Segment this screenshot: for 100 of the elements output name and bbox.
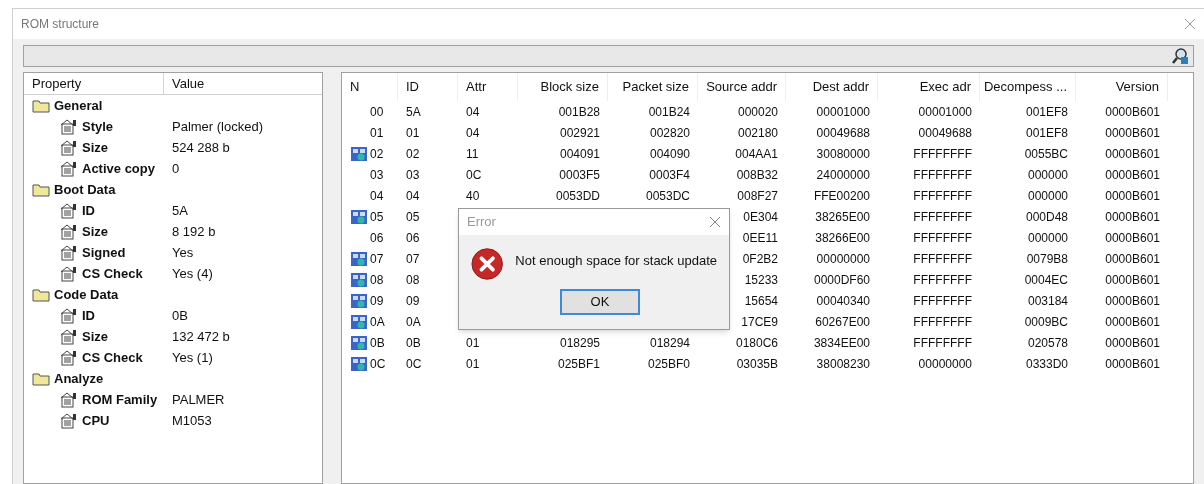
table-cell-text: FFE00200 (813, 187, 870, 205)
table-cell-text: 02 (370, 145, 384, 163)
group-label[interactable]: General (54, 95, 103, 116)
table-cell-text: 5A (406, 103, 421, 121)
table-cell-text: 0EE11 (742, 229, 778, 247)
table-cell-text: 0053DC (645, 187, 690, 205)
column-header[interactable]: Property (24, 73, 164, 94)
binary-module-icon (350, 334, 368, 351)
property-value: Yes (4) (171, 264, 213, 283)
table-cell-text: 0F2B2 (742, 250, 778, 268)
column-header[interactable]: Block size (518, 73, 608, 101)
column-header[interactable]: N (342, 73, 398, 101)
column-header[interactable]: Packet size (608, 73, 698, 101)
table-cell-text: 30080000 (816, 145, 870, 163)
close-icon[interactable] (709, 216, 721, 228)
error-message: Not enough space for stack update (515, 252, 717, 270)
window-title: ROM structure (21, 16, 99, 33)
close-icon[interactable] (1184, 18, 1196, 30)
table-cell-text: 0053DD (555, 187, 600, 205)
table-cell-text: 09 (370, 292, 384, 310)
table-cell-text: 24000000 (816, 166, 870, 184)
table-cell-text: 008B32 (736, 166, 778, 184)
table-cell-text: 001EF8 (1025, 124, 1068, 142)
table-cell-text: 018295 (559, 334, 600, 352)
binary-module-icon (350, 271, 368, 288)
table-cell-text: 05 (370, 208, 384, 226)
folder-icon (32, 182, 50, 197)
table-cell-text: 004091 (559, 145, 600, 163)
property-name[interactable]: CPU (82, 410, 110, 431)
column-header[interactable]: Decompess ... (980, 73, 1076, 101)
table-cell-text: FFFFFFFF (913, 166, 972, 184)
table-cell-text: 00049688 (816, 124, 870, 142)
binary-module-icon (350, 313, 368, 330)
table-cell-text: 0333D0 (1025, 355, 1068, 373)
table-cell-text: 000000 (1027, 166, 1068, 184)
table-cell-text: 09 (406, 292, 420, 310)
table-cell-text: 002180 (737, 124, 778, 142)
binary-module-icon (350, 145, 368, 162)
binary-module-icon (350, 250, 368, 267)
property-name[interactable]: Size (82, 326, 108, 347)
property-name[interactable]: Signed (82, 242, 126, 263)
group-label[interactable]: Boot Data (54, 179, 116, 200)
property-name[interactable]: ROM Family (82, 389, 158, 410)
column-header[interactable]: Attr (458, 73, 518, 101)
column-header[interactable]: Dest addr (786, 73, 878, 101)
table-cell-text: 00000000 (816, 250, 870, 268)
table-cell-text: 002921 (559, 124, 600, 142)
property-value: 524 288 b (171, 138, 230, 157)
table-cell-text: 0000B601 (1105, 208, 1160, 226)
property-name[interactable]: ID (82, 200, 95, 221)
table-cell-text: 0000B601 (1105, 103, 1160, 121)
column-header[interactable]: Exec adr (878, 73, 980, 101)
table-cell-text: 08 (370, 271, 384, 289)
property-value: 0B (171, 306, 188, 325)
table-cell-text: 025BF1 (557, 355, 600, 373)
table-cell-text: FFFFFFFF (913, 145, 972, 163)
table-cell-text: FFFFFFFF (913, 229, 972, 247)
property-name[interactable]: ID (82, 305, 95, 326)
property-name[interactable]: Active copy (82, 158, 155, 179)
table-cell-text: 02 (406, 145, 420, 163)
table-cell-text: 0C (406, 355, 422, 373)
group-label[interactable]: Code Data (54, 284, 119, 305)
table-cell-text: 17CE9 (741, 313, 778, 331)
column-header[interactable]: Value (164, 73, 322, 94)
column-header[interactable]: ID (398, 73, 458, 101)
property-name[interactable]: CS Check (82, 263, 143, 284)
folder-icon (32, 371, 50, 386)
table-cell-text: 008F27 (737, 187, 778, 205)
table-cell-text: 38008230 (816, 355, 870, 373)
table-cell-text: 0B (370, 334, 385, 352)
property-name[interactable]: Size (82, 221, 108, 242)
property-name[interactable]: Size (82, 137, 108, 158)
table-cell-text: 01 (466, 334, 480, 352)
property-name[interactable]: CS Check (82, 347, 143, 368)
ok-button[interactable]: OK (560, 289, 640, 315)
column-header[interactable]: Source addr (698, 73, 786, 101)
table-cell-text: 01 (370, 124, 384, 142)
property-value: PALMER (171, 390, 225, 409)
dialog-title: Error (467, 213, 496, 232)
property-name[interactable]: Style (82, 116, 114, 137)
table-cell-text: 0000B601 (1105, 292, 1160, 310)
table-cell-text: 0079B8 (1026, 250, 1068, 268)
search-icon[interactable] (1171, 47, 1189, 65)
table-cell-text: 03 (370, 166, 384, 184)
table-cell-text: 0055BC (1024, 145, 1068, 163)
table-cell-text: 04 (370, 187, 384, 205)
table-cell-text: 00049688 (918, 124, 972, 142)
table-cell-text: 0000DF60 (813, 271, 870, 289)
table-cell-text: 06 (370, 229, 384, 247)
column-header[interactable]: Version (1076, 73, 1168, 101)
property-value: 132 472 b (171, 327, 230, 346)
binary-module-icon (350, 292, 368, 309)
table-cell-text: 0000B601 (1105, 271, 1160, 289)
table-cell-text: 003184 (1027, 292, 1068, 310)
table-cell-text: 0000B601 (1105, 187, 1160, 205)
group-label[interactable]: Analyze (54, 368, 104, 389)
table-cell-text: 0003F4 (649, 166, 690, 184)
table-cell-text: 0C (466, 166, 482, 184)
table-cell-text: FFFFFFFF (913, 334, 972, 352)
table-cell-text: FFFFFFFF (913, 208, 972, 226)
